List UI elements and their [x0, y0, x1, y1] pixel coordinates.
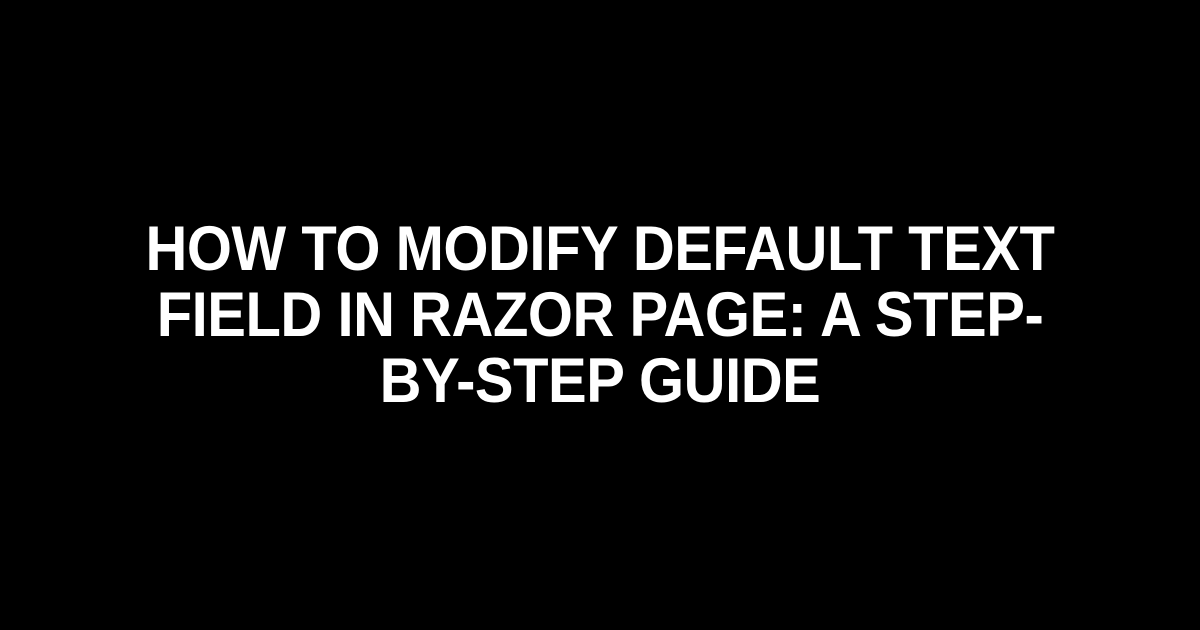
page-title: How to Modify Default Text Field in Razo… — [112, 216, 1087, 414]
